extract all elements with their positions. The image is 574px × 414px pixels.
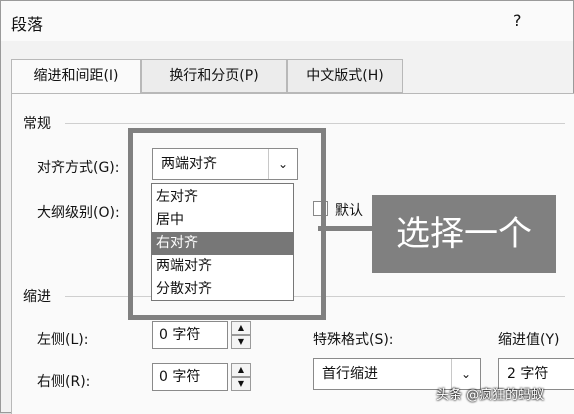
indent-by-label: 缩进值(Y) (498, 332, 560, 348)
annotation-label: 选择一个 (372, 195, 556, 273)
outline-level-label: 大纲级别(O): (37, 205, 120, 221)
spin-down-icon[interactable]: ▼ (231, 377, 251, 391)
section-indent-heading: 缩进 (23, 289, 51, 305)
indent-by-value: 2 字符 (507, 366, 549, 382)
tab-indents-spacing[interactable]: 缩进和间距(I) (11, 59, 141, 94)
callout-connector (318, 226, 374, 231)
tab-line-page-breaks[interactable]: 换行和分页(P) (141, 59, 287, 93)
section-general-heading: 常规 (23, 116, 51, 132)
left-indent-label: 左侧(L): (37, 332, 89, 348)
special-indent-value: 首行缩进 (322, 366, 378, 382)
left-indent-input[interactable]: 0 字符 (152, 321, 228, 349)
spin-up-icon[interactable]: ▲ (231, 363, 251, 377)
dialog-title: 段落 (11, 15, 44, 34)
right-indent-input[interactable]: 0 字符 (152, 363, 228, 391)
default-label: 默认 (335, 203, 363, 219)
alignment-label: 对齐方式(G): (37, 160, 120, 176)
title-bar: 段落 ? (1, 1, 573, 41)
tab-asian-typography[interactable]: 中文版式(H) (287, 59, 403, 93)
spin-down-icon[interactable]: ▼ (231, 335, 251, 349)
highlight-frame (128, 128, 326, 320)
section-divider (65, 123, 565, 124)
spin-up-icon[interactable]: ▲ (231, 321, 251, 335)
help-button[interactable]: ? (513, 11, 522, 30)
special-indent-label: 特殊格式(S): (313, 332, 394, 348)
right-indent-label: 右侧(R): (37, 374, 91, 390)
watermark: 头条 @疯狂的蚂蚁 (436, 388, 545, 403)
